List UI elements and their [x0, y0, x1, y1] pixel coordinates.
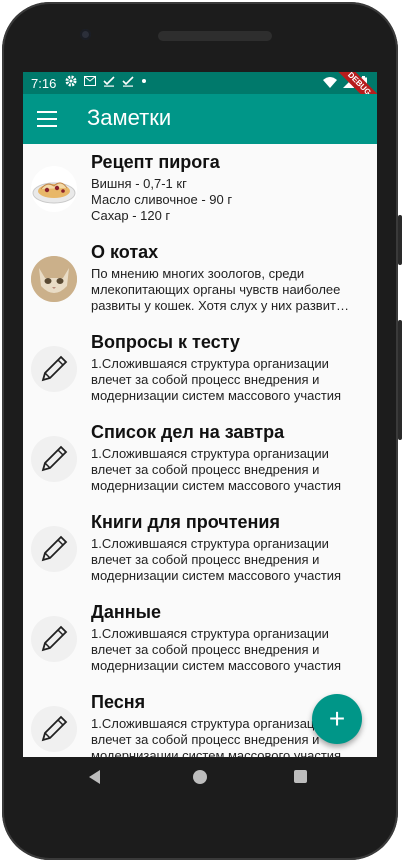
- note-title: Рецепт пирога: [91, 152, 220, 172]
- note-title: Список дел на завтра: [91, 422, 285, 442]
- note-title: Вопросы к тесту: [91, 332, 240, 352]
- pencil-icon: [31, 436, 77, 482]
- status-time: 7:16: [31, 76, 57, 91]
- app-bar: Заметки: [23, 94, 377, 144]
- back-icon[interactable]: [89, 770, 100, 784]
- app-screen: 7:16 DEBUG Заметки Рецепт пирога Вишня -…: [23, 72, 377, 757]
- note-item[interactable]: Рецепт пирога Вишня - 0,7-1 кг Масло сли…: [23, 144, 377, 234]
- pie-image: [31, 166, 77, 212]
- note-title: Книги для прочтения: [91, 512, 280, 532]
- note-item[interactable]: Вопросы к тесту 1.Сложившаяся структура …: [23, 324, 377, 414]
- add-note-button[interactable]: +: [312, 694, 362, 744]
- power-button: [398, 215, 402, 265]
- system-nav-bar: [23, 757, 377, 797]
- pencil-icon: [31, 706, 77, 752]
- note-text: По мнению многих зоологов, среди млекопи…: [91, 266, 341, 313]
- pencil-icon: [31, 346, 77, 392]
- settings-icon: [65, 75, 77, 87]
- page-title: Заметки: [87, 105, 172, 130]
- note-title: О котах: [91, 242, 159, 262]
- note-title: Данные: [91, 602, 161, 622]
- check-icon: [103, 76, 115, 87]
- note-text: Вишня - 0,7-1 кг Масло сливочное - 90 г …: [91, 176, 233, 223]
- front-camera: [80, 29, 91, 40]
- plus-icon: +: [328, 703, 346, 734]
- status-bar: 7:16 DEBUG: [23, 72, 377, 117]
- menu-icon[interactable]: [37, 111, 57, 127]
- note-item[interactable]: Список дел на завтра 1.Сложившаяся струк…: [23, 414, 377, 504]
- earpiece-speaker: [158, 31, 272, 41]
- pencil-icon: [31, 616, 77, 662]
- pencil-icon: [31, 526, 77, 572]
- note-title: Песня: [91, 692, 146, 712]
- note-text: 1.Сложившаяся структура организации влеч…: [91, 446, 342, 493]
- note-text: 1.Сложившаяся структура организации влеч…: [91, 626, 342, 673]
- note-item[interactable]: Данные 1.Сложившаяся структура организац…: [23, 594, 377, 684]
- cat-image: [31, 256, 77, 302]
- home-icon[interactable]: [193, 770, 207, 784]
- recents-icon[interactable]: [294, 770, 307, 783]
- mail-icon: [84, 76, 96, 86]
- note-item[interactable]: Книги для прочтения 1.Сложившаяся структ…: [23, 504, 377, 594]
- dot-icon: [142, 79, 146, 83]
- note-item[interactable]: О котах По мнению многих зоологов, среди…: [23, 234, 377, 324]
- wifi-icon: [323, 76, 337, 88]
- volume-button: [398, 320, 402, 440]
- check-icon: [122, 76, 134, 87]
- note-text: 1.Сложившаяся структура организации влеч…: [91, 536, 342, 583]
- note-text: 1.Сложившаяся структура организации влеч…: [91, 356, 342, 403]
